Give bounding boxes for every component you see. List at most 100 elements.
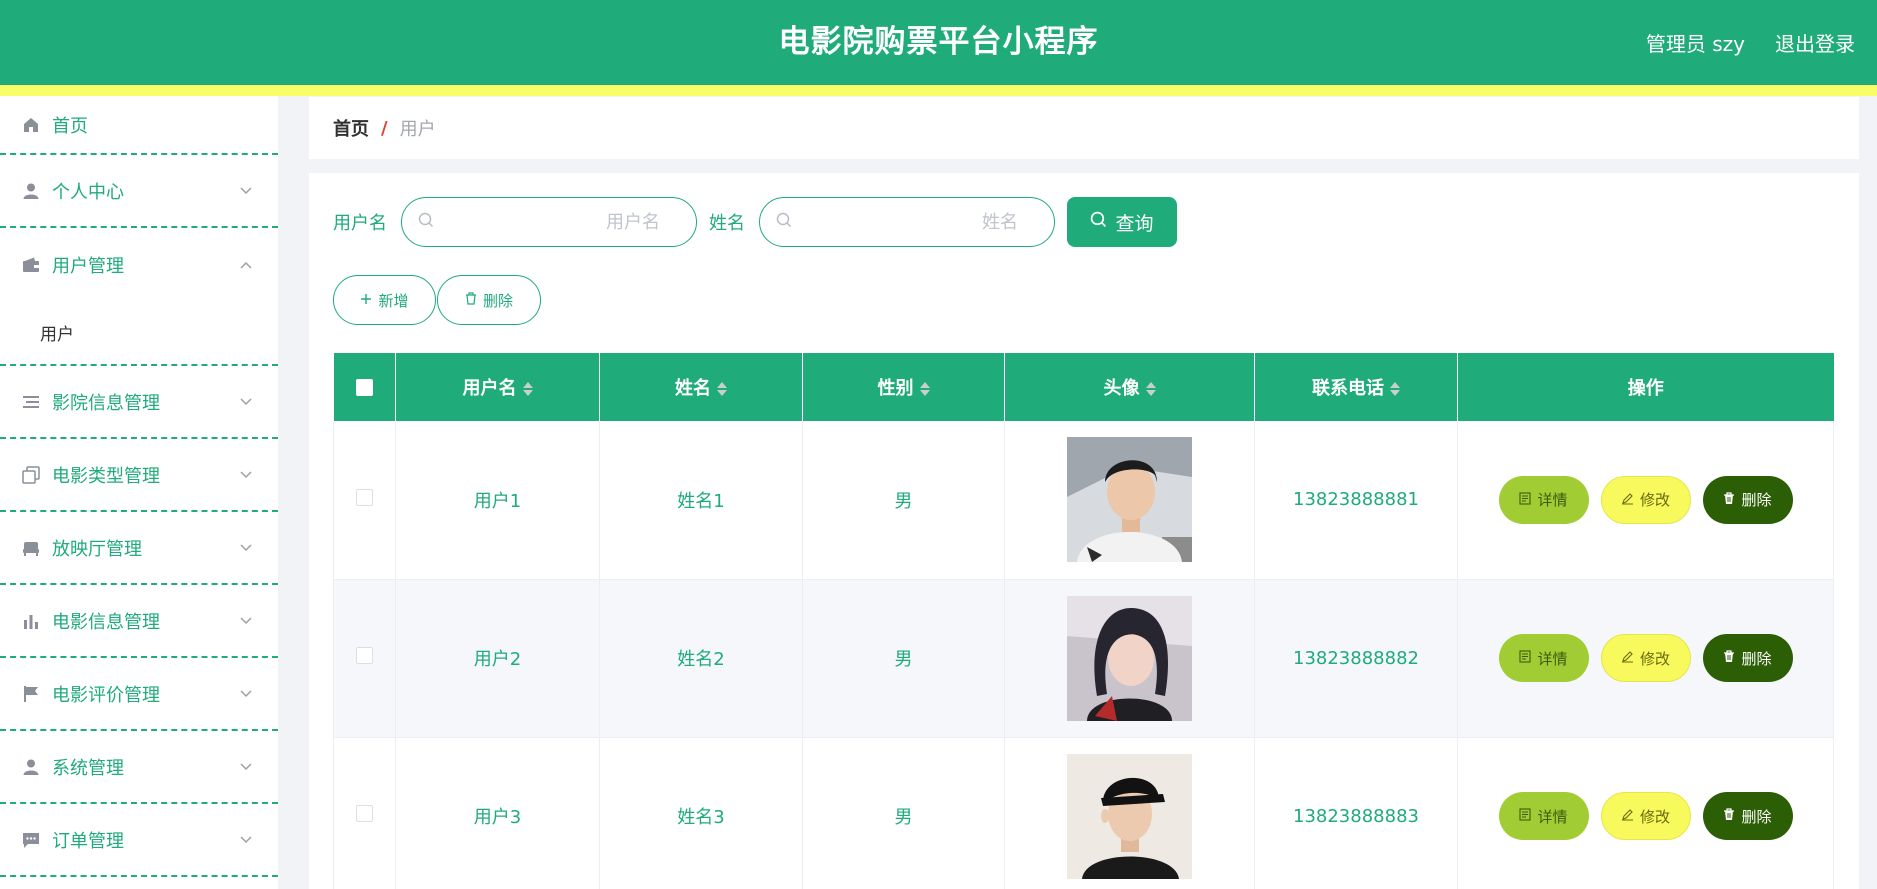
user-icon: [20, 180, 42, 202]
add-button-label: 新增: [378, 291, 409, 310]
add-button[interactable]: 新增: [333, 275, 436, 325]
wallet-icon: [20, 254, 42, 276]
list-icon: [20, 391, 42, 413]
sidebar-item-home[interactable]: 首页: [0, 96, 278, 155]
actions-cell: 详情 修改 删除: [1457, 421, 1834, 580]
column-header-phone[interactable]: 联系电话: [1254, 353, 1458, 421]
gender-cell: 男: [802, 737, 1005, 889]
detail-button[interactable]: 详情: [1498, 475, 1589, 524]
detail-button-label: 详情: [1537, 807, 1568, 826]
username-cell: 用户1: [395, 421, 600, 580]
chat-icon: [20, 829, 42, 851]
sidebar-item-movie-info[interactable]: 电影信息管理: [0, 585, 278, 658]
home-icon: [20, 114, 42, 136]
admin-user-label[interactable]: 管理员 szy: [1646, 28, 1745, 57]
chevron-down-icon: [240, 832, 252, 848]
app-title: 电影院购票平台小程序: [778, 24, 1099, 60]
search-icon: [776, 212, 792, 232]
sidebar-item-label: 电影信息管理: [52, 611, 160, 633]
row-checkbox[interactable]: [356, 647, 373, 664]
breadcrumb-home[interactable]: 首页: [333, 115, 369, 141]
delete-button[interactable]: 删除: [1702, 634, 1793, 682]
delete-button-label: 删除: [1741, 491, 1772, 510]
breadcrumb-separator: /: [381, 117, 388, 139]
column-header-username[interactable]: 用户名: [395, 353, 600, 421]
column-header-label: 用户名: [462, 378, 517, 399]
edit-button[interactable]: 修改: [1600, 792, 1691, 840]
edit-button[interactable]: 修改: [1600, 634, 1691, 682]
sidebar: 首页 个人中心 用户管理 用户 影院信息管理 电影类型管理 放映厅管理 电影信息…: [0, 96, 278, 889]
chevron-down-icon: [240, 183, 252, 199]
row-checkbox[interactable]: [356, 805, 373, 822]
table-header-row: 用户名 姓名 性别 头像 联系电话 操作: [333, 353, 1834, 421]
edit-button[interactable]: 修改: [1600, 475, 1691, 524]
sidebar-item-movie-review[interactable]: 电影评价管理: [0, 658, 278, 731]
avatar[interactable]: [1067, 595, 1192, 721]
table-row: 用户3 姓名3 男 13823888883 详情 修改 删除: [333, 737, 1834, 889]
detail-button-label: 详情: [1537, 649, 1568, 668]
trash-icon: [465, 291, 477, 309]
query-button-label: 查询: [1115, 212, 1154, 235]
query-button[interactable]: 查询: [1067, 197, 1177, 247]
sidebar-item-hall[interactable]: 放映厅管理: [0, 512, 278, 585]
sidebar-item-profile[interactable]: 个人中心: [0, 155, 278, 228]
detail-button[interactable]: 详情: [1498, 792, 1589, 840]
sort-icon[interactable]: [717, 382, 727, 396]
name-search-input[interactable]: [792, 211, 1038, 233]
plus-icon: [360, 291, 372, 309]
sidebar-item-user-management[interactable]: 用户管理: [0, 228, 278, 301]
table-row: 用户1 姓名1 男 13823888881 详情 修改 删除: [333, 421, 1834, 580]
copy-icon: [20, 464, 42, 486]
column-header-label: 操作: [1627, 378, 1664, 399]
actions-cell: 详情 修改 删除: [1457, 579, 1834, 738]
user-icon: [20, 756, 42, 778]
row-checkbox[interactable]: [356, 488, 373, 506]
search-icon: [418, 212, 434, 232]
sidebar-subitem-users[interactable]: 用户: [0, 301, 278, 366]
actions-cell: 详情 修改 删除: [1457, 737, 1834, 889]
delete-button[interactable]: 删除: [1702, 475, 1793, 524]
sidebar-item-system[interactable]: 系统管理: [0, 731, 278, 804]
sidebar-item-movie-type[interactable]: 电影类型管理: [0, 439, 278, 512]
column-header-actions: 操作: [1458, 353, 1834, 421]
phone-cell: 13823888881: [1254, 421, 1458, 580]
column-header-gender[interactable]: 性别: [802, 353, 1005, 421]
row-select-cell: [333, 737, 396, 889]
select-all-checkbox[interactable]: [355, 379, 373, 396]
pencil-icon: [1621, 491, 1634, 509]
row-select-cell: [333, 421, 396, 580]
avatar[interactable]: [1067, 753, 1192, 879]
detail-button[interactable]: 详情: [1498, 634, 1589, 682]
sort-icon[interactable]: [919, 382, 930, 396]
edit-button-label: 修改: [1639, 807, 1670, 826]
pencil-icon: [1621, 649, 1634, 667]
sort-icon[interactable]: [1145, 382, 1156, 396]
flag-icon: [20, 683, 42, 705]
bar-chart-icon: [20, 610, 42, 632]
logout-button[interactable]: 退出登录: [1775, 28, 1855, 57]
sort-icon[interactable]: [522, 382, 533, 396]
sidebar-item-label: 订单管理: [52, 830, 124, 852]
main-panel: 用户名 姓名 查询 新增: [309, 173, 1859, 889]
trash-icon: [1723, 649, 1735, 667]
name-cell: 姓名2: [599, 579, 803, 738]
username-search-label: 用户名: [333, 213, 387, 234]
chevron-up-icon: [240, 257, 252, 273]
delete-button[interactable]: 删除: [1702, 792, 1793, 840]
trash-icon: [1723, 807, 1735, 825]
sidebar-item-cinema-info[interactable]: 影院信息管理: [0, 366, 278, 439]
sidebar-item-label: 系统管理: [52, 757, 124, 779]
batch-delete-button[interactable]: 删除: [437, 275, 541, 325]
search-icon: [1090, 211, 1107, 233]
sofa-icon: [20, 537, 42, 559]
sort-icon[interactable]: [1390, 382, 1400, 396]
avatar-cell: [1004, 579, 1255, 738]
sidebar-item-label: 个人中心: [52, 181, 124, 203]
pencil-icon: [1621, 807, 1634, 825]
search-bar: 用户名 姓名 查询: [333, 197, 1177, 247]
sidebar-item-orders[interactable]: 订单管理: [0, 804, 278, 877]
username-search-input[interactable]: [434, 211, 680, 233]
avatar[interactable]: [1067, 437, 1192, 563]
column-header-avatar[interactable]: 头像: [1004, 353, 1255, 421]
column-header-name[interactable]: 姓名: [599, 353, 803, 421]
